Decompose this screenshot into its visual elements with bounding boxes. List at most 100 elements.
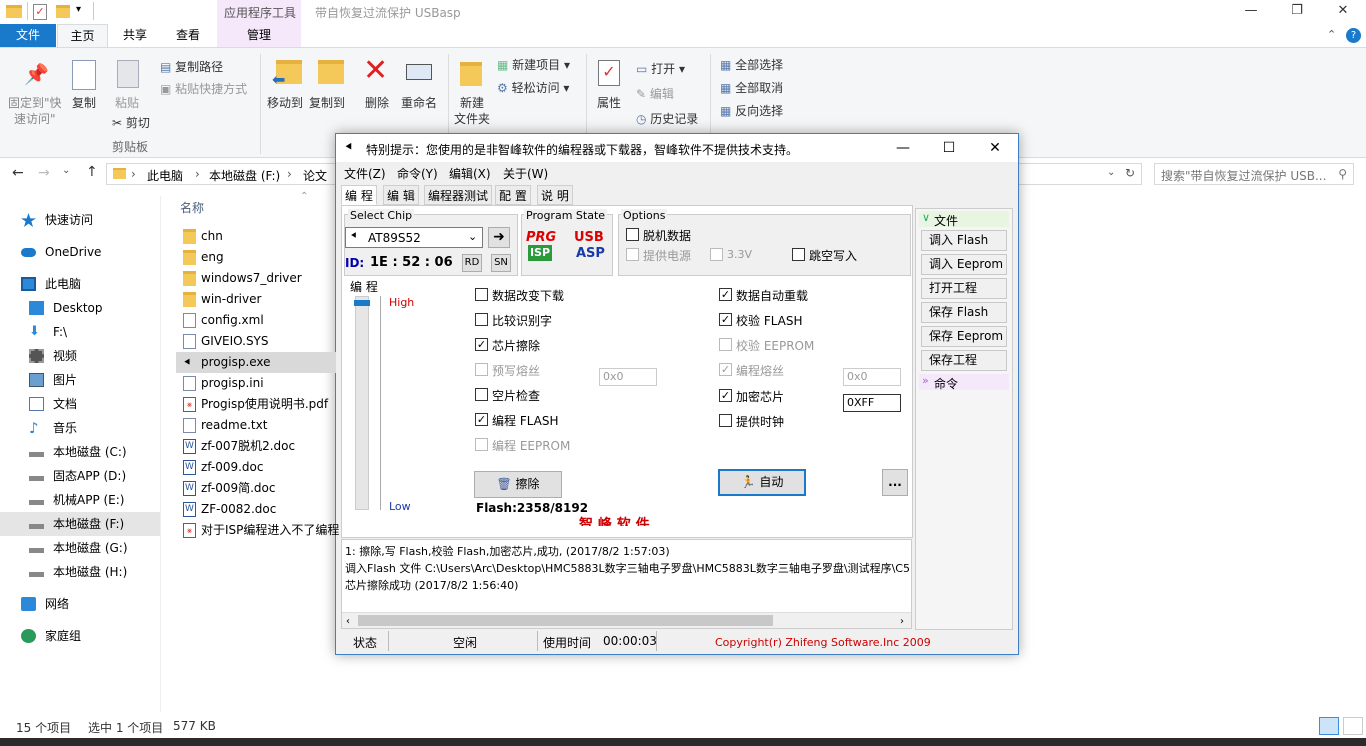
rename-icon[interactable] [406,64,432,80]
scroll-right-icon[interactable]: › [900,613,904,628]
delete-icon[interactable]: ✕ [363,56,388,86]
nav-item[interactable]: 视频 [0,344,160,368]
tab-share[interactable]: 共享 [110,24,160,48]
menu-file[interactable]: 文件(Z) [344,165,386,182]
offline-data-checkbox[interactable] [626,228,639,241]
sidebar-button[interactable]: 调入 Flash [921,230,1007,251]
help-icon[interactable]: ? [1346,28,1361,43]
menu-command[interactable]: 命令(Y) [397,165,438,182]
file-row[interactable]: eng [176,247,336,268]
delete-button[interactable]: 删除 [365,94,389,111]
file-row[interactable]: win-driver [176,289,336,310]
close-icon[interactable]: ✕ [1320,0,1366,24]
breadcrumb-item[interactable]: 论文 [303,167,327,184]
auto-button[interactable]: 🏃 自动 [718,469,806,496]
nav-item[interactable]: ⬇ F:\ [0,320,160,344]
nav-item[interactable]: 机械APP (E:) [0,488,160,512]
nav-item[interactable]: 快速访问 [0,208,160,232]
rd-button[interactable]: RD [462,254,482,272]
left-option-checkbox[interactable] [475,288,488,301]
nav-item[interactable]: 本地磁盘 (H:) [0,560,160,584]
select-all-button[interactable]: ▦ 全部选择 [720,56,783,73]
forward-icon[interactable]: → [38,165,50,181]
left-option-checkbox[interactable] [475,363,488,376]
nav-item[interactable]: ♪ 音乐 [0,416,160,440]
file-row[interactable]: progisp.ini [176,373,336,394]
maximize-icon[interactable]: ☐ [926,134,972,162]
file-row[interactable]: windows7_driver [176,268,336,289]
sidebar-button[interactable]: 调入 Eeprom [921,254,1007,275]
tab-view[interactable]: 查看 [162,24,214,48]
invert-selection-button[interactable]: ▦ 反向选择 [720,102,783,119]
cut-button[interactable]: ✂ 剪切 [112,114,150,131]
fuse-input[interactable]: 0x0 [843,368,901,386]
new-folder-icon[interactable] [56,5,70,18]
history-button[interactable]: ◷ 历史记录 [636,110,698,127]
properties-button[interactable]: 属性 [597,94,621,111]
nav-item[interactable]: 此电脑 [0,272,160,296]
sidebar-button[interactable]: 保存 Flash [921,302,1007,323]
nav-item[interactable]: 图片 [0,368,160,392]
sidebar-command-header[interactable]: » 命令 [919,374,1009,391]
copy-icon[interactable] [72,60,96,90]
refresh-icon[interactable]: ↻ [1125,166,1135,180]
edit-button[interactable]: ✎ 编辑 [636,85,674,102]
copy-button[interactable]: 复制 [72,94,96,111]
nav-item[interactable]: 文档 [0,392,160,416]
file-row[interactable]: GIVEIO.SYS [176,331,336,352]
file-row[interactable]: Wzf-009.doc [176,457,336,478]
easy-access-button[interactable]: ⚙ 轻松访问 ▾ [497,79,569,96]
breadcrumb-item[interactable]: 本地磁盘 (F:) [209,167,280,184]
copy-path-button[interactable]: ▤ 复制路径 [160,58,223,75]
nav-item[interactable]: 本地磁盘 (C:) [0,440,160,464]
right-option-checkbox[interactable] [719,414,732,427]
tab-program[interactable]: 编 程 [341,185,377,205]
new-folder-button[interactable]: 新建 [460,94,484,111]
menu-edit[interactable]: 编辑(X) [449,165,491,182]
prewrite-fuse-input[interactable]: 0x0 [599,368,657,386]
select-none-button[interactable]: ▦ 全部取消 [720,79,783,96]
left-option-checkbox[interactable]: ✓ [475,413,488,426]
search-input[interactable]: 搜索"带自恢复过流保护 USB... ⚲ [1154,163,1354,185]
right-option-checkbox[interactable]: ✓ [719,363,732,376]
tab-programmer-test[interactable]: 编程器测试 [424,185,493,205]
recent-dropdown-icon[interactable]: ⌄ [62,165,70,176]
chevron-up-icon[interactable]: ⌃ [1327,28,1336,41]
minimize-icon[interactable]: — [1228,0,1274,24]
more-button[interactable]: ... [882,469,908,496]
breadcrumb-item[interactable]: 此电脑 [147,167,183,184]
file-row[interactable]: config.xml [176,310,336,331]
file-row[interactable]: ⯇ progisp.exe [176,352,336,373]
tab-config[interactable]: 配 置 [495,185,531,205]
menu-about[interactable]: 关于(W) [503,165,548,182]
sn-button[interactable]: SN [491,254,511,272]
file-row[interactable]: Wzf-009简.doc [176,478,336,499]
tab-manage[interactable]: 管理 [217,24,301,48]
qa-dropdown-icon[interactable]: ▾ [76,4,81,15]
arrow-right-button[interactable]: ➜ [488,227,510,248]
sidebar-button[interactable]: 保存 Eeprom [921,326,1007,347]
open-button[interactable]: ▭ 打开 ▾ [636,60,685,77]
left-option-checkbox[interactable] [475,313,488,326]
nav-item[interactable]: 本地磁盘 (F:) [0,512,160,536]
file-row[interactable]: Wzf-007脱机2.doc [176,436,336,457]
right-option-checkbox[interactable] [719,338,732,351]
copy-to-icon[interactable] [318,60,344,84]
copy-to-button[interactable]: 复制到 [309,94,345,111]
horizontal-scrollbar[interactable]: ‹ › [342,612,911,628]
nav-item[interactable]: 本地磁盘 (G:) [0,536,160,560]
details-view-icon[interactable] [1319,717,1339,735]
provide-power-checkbox[interactable] [626,248,639,261]
address-dropdown-icon[interactable]: ⌄ [1107,167,1115,178]
file-row[interactable]: readme.txt [176,415,336,436]
nav-item[interactable]: 家庭组 [0,624,160,648]
nav-item[interactable]: OneDrive [0,240,160,264]
new-folder-big-icon[interactable] [460,62,482,86]
column-header-name[interactable]: 名称 [180,199,204,216]
left-option-checkbox[interactable]: ✓ [475,338,488,351]
sidebar-button[interactable]: 保存工程 [921,350,1007,371]
new-item-button[interactable]: ▦ 新建项目 ▾ [497,56,570,73]
3v3-checkbox[interactable] [710,248,723,261]
nav-item[interactable]: Desktop [0,296,160,320]
speed-slider[interactable] [354,296,370,510]
